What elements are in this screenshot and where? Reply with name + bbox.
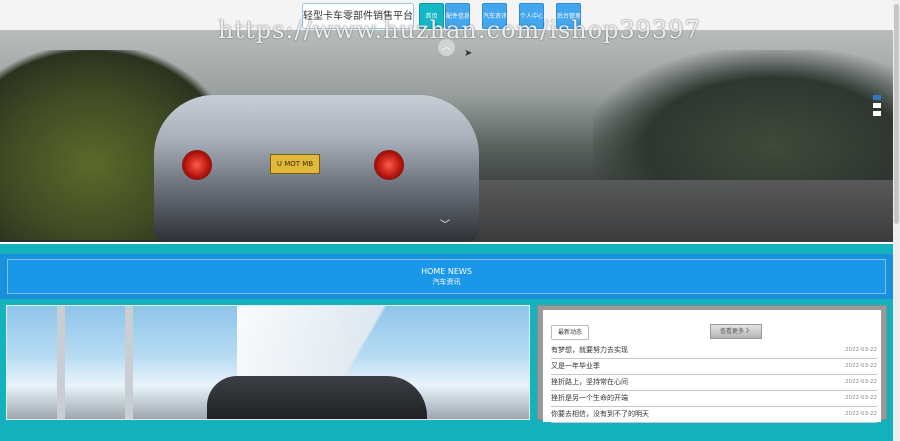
news-item-date: 2022-03-22 <box>845 395 877 401</box>
car-taillight-left <box>182 150 212 180</box>
list-item[interactable]: 有梦想，就要努力去实现 2022-03-22 <box>551 343 877 359</box>
carousel-prev-icon[interactable]: ︿ <box>438 39 455 56</box>
featured-news-photo[interactable] <box>6 305 530 420</box>
site-brand-title[interactable]: 轻型卡车零部件销售平台 <box>302 3 414 29</box>
photo-bridge-tower <box>125 306 133 419</box>
scrollbar-thumb[interactable] <box>894 4 899 224</box>
view-more-button[interactable]: 查看更多 》 <box>710 324 762 339</box>
news-item-date: 2022-03-22 <box>845 411 877 417</box>
list-item[interactable]: 挫折路上，坚持常在心间 2022-03-22 <box>551 375 877 391</box>
nav-item-parts-info[interactable]: 配件信息 <box>445 3 470 29</box>
news-item-date: 2022-03-22 <box>845 363 877 369</box>
nav-item-car-news[interactable]: 汽车资讯 <box>482 3 507 29</box>
teal-divider <box>0 244 893 254</box>
nav-item-home[interactable]: 首页 <box>419 3 444 29</box>
news-item-title[interactable]: 挫折路上，坚持常在心间 <box>551 378 628 386</box>
carousel-next-icon[interactable]: ﹀ <box>440 216 450 231</box>
mouse-cursor-icon: ➤ <box>464 48 473 59</box>
news-section-header: HOME NEWS 汽车资讯 <box>0 254 893 299</box>
car-taillight-right <box>374 150 404 180</box>
list-item[interactable]: 你要去相信，没有到不了的明天 2022-03-22 <box>551 407 877 423</box>
top-navbar: 轻型卡车零部件销售平台 首页 配件信息 汽车资讯 个人中心 后台管理 <box>0 0 893 31</box>
news-item-title[interactable]: 你要去相信，没有到不了的明天 <box>551 410 649 418</box>
list-item[interactable]: 挫折是另一个生命的开端 2022-03-22 <box>551 391 877 407</box>
list-item[interactable]: 又是一年毕业季 2022-03-22 <box>551 359 877 375</box>
latest-news-tag: 最新动态 <box>551 325 589 340</box>
news-title-en: HOME NEWS <box>421 267 472 276</box>
news-title-cn: 汽车资讯 <box>432 278 461 286</box>
latest-news-panel: 最新动态 查看更多 》 有梦想，就要努力去实现 2022-03-22 又是一年毕业… <box>537 305 887 423</box>
photo-bridge-tower <box>57 306 65 419</box>
news-item-title[interactable]: 又是一年毕业季 <box>551 362 600 370</box>
nav-item-user-center[interactable]: 个人中心 <box>519 3 544 29</box>
car-license-plate: U MOT MB <box>270 154 320 174</box>
news-section-title-box: HOME NEWS 汽车资讯 <box>7 259 886 294</box>
carousel-indicator-2[interactable] <box>873 103 881 108</box>
hero-banner-carousel[interactable]: U MOT MB ︿ ﹀ <box>0 30 893 242</box>
news-item-date: 2022-03-22 <box>845 347 877 353</box>
news-item-date: 2022-03-22 <box>845 379 877 385</box>
photo-sedan <box>207 376 427 419</box>
carousel-indicator-3[interactable] <box>873 111 881 116</box>
carousel-indicator-1[interactable] <box>873 95 881 100</box>
latest-news-panel-inner: 最新动态 查看更多 》 有梦想，就要努力去实现 2022-03-22 又是一年毕业… <box>543 310 881 423</box>
news-item-title[interactable]: 有梦想，就要努力去实现 <box>551 346 628 354</box>
nav-item-admin[interactable]: 后台管理 <box>556 3 581 29</box>
news-item-title[interactable]: 挫折是另一个生命的开端 <box>551 394 628 402</box>
carousel-indicators <box>873 95 881 119</box>
banner-road <box>450 180 893 242</box>
latest-news-list: 有梦想，就要努力去实现 2022-03-22 又是一年毕业季 2022-03-22 … <box>551 343 877 423</box>
page-scrollbar[interactable] <box>893 0 900 441</box>
